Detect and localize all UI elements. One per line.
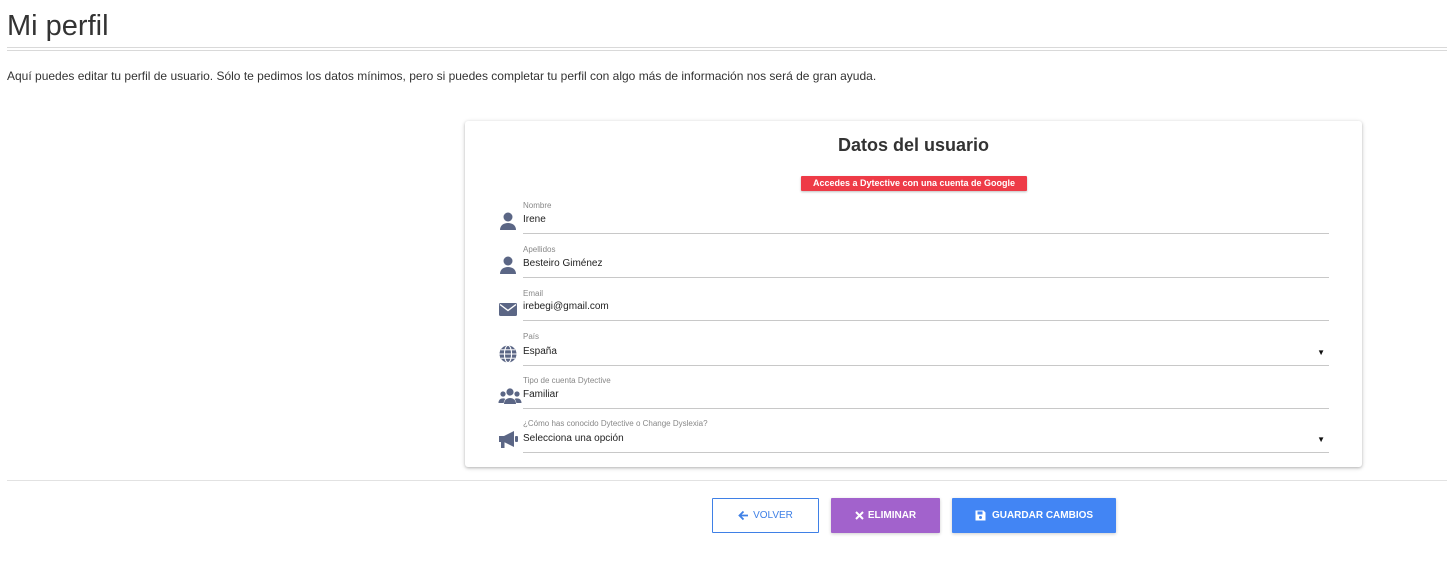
last-name-input[interactable]: Besteiro Giménez — [523, 258, 602, 269]
referral-source-field[interactable]: ¿Cómo has conocido Dytective o Change Dy… — [495, 419, 1329, 463]
arrow-left-icon — [738, 510, 749, 521]
close-icon — [855, 511, 864, 520]
floppy-disk-icon — [975, 510, 986, 521]
account-type-field[interactable]: Tipo de cuenta Dytective Familiar — [495, 376, 1329, 420]
page-title: Mi perfil — [7, 10, 109, 42]
users-icon — [498, 386, 522, 408]
country-label: País — [523, 332, 540, 341]
last-name-underline — [523, 277, 1329, 278]
account-type-underline — [523, 408, 1329, 409]
account-type-input[interactable]: Familiar — [523, 389, 559, 400]
back-button-label: VOLVER — [753, 510, 793, 521]
first-name-underline — [523, 233, 1329, 234]
email-input[interactable]: irebegi@gmail.com — [523, 301, 609, 312]
chevron-down-icon[interactable]: ▼ — [1317, 435, 1325, 444]
envelope-icon — [498, 299, 520, 321]
account-type-label: Tipo de cuenta Dytective — [523, 376, 611, 385]
user-data-card: Datos del usuario Accedes a Dytective co… — [465, 121, 1362, 467]
first-name-label: Nombre — [523, 201, 552, 210]
email-label: Email — [523, 289, 544, 298]
first-name-input[interactable]: Irene — [523, 214, 546, 225]
referral-source-underline — [523, 452, 1329, 453]
megaphone-icon — [498, 429, 520, 451]
back-button[interactable]: VOLVER — [712, 498, 819, 533]
referral-source-label: ¿Cómo has conocido Dytective o Change Dy… — [523, 419, 708, 428]
card-title: Datos del usuario — [837, 135, 990, 155]
delete-button-label: ELIMINAR — [867, 510, 917, 521]
chevron-down-icon[interactable]: ▼ — [1317, 348, 1325, 357]
first-name-field[interactable]: Nombre Irene — [495, 201, 1329, 245]
delete-button[interactable]: ELIMINAR — [831, 498, 940, 533]
referral-source-select[interactable]: Selecciona una opción — [523, 433, 624, 444]
person-icon — [498, 211, 520, 233]
country-field[interactable]: País España ▼ — [495, 332, 1329, 376]
email-field[interactable]: Email irebegi@gmail.com — [495, 289, 1329, 333]
last-name-field[interactable]: Apellidos Besteiro Giménez — [495, 245, 1329, 289]
save-button-label: GUARDAR CAMBIOS — [991, 510, 1094, 521]
intro-text: Aquí puedes editar tu perfil de usuario.… — [7, 69, 877, 83]
google-account-badge: Accedes a Dytective con una cuenta de Go… — [801, 176, 1027, 191]
country-underline — [523, 365, 1329, 366]
person-icon — [498, 255, 520, 277]
email-underline — [523, 320, 1329, 321]
footer-divider — [7, 480, 1447, 481]
country-select[interactable]: España — [523, 346, 557, 357]
title-divider — [7, 47, 1447, 51]
last-name-label: Apellidos — [523, 245, 556, 254]
globe-icon — [498, 344, 520, 366]
save-button[interactable]: GUARDAR CAMBIOS — [952, 498, 1116, 533]
